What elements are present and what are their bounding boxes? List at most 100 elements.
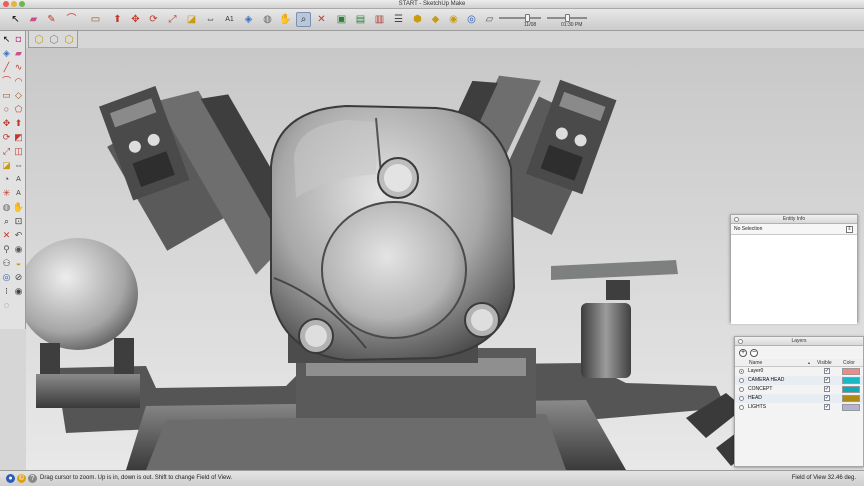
layer-name[interactable]: Layer0 <box>748 367 763 376</box>
palette-footprint-button[interactable]: ⁝ <box>1 286 12 297</box>
palette-walk-button[interactable]: ⚇ <box>1 258 12 269</box>
col-color[interactable]: Color <box>843 359 855 367</box>
rotate-tool-button[interactable]: ⟳ <box>146 12 161 27</box>
geo-location-icon[interactable]: ● <box>6 474 15 483</box>
field-of-view-measurement[interactable]: Field of View 32.46 deg. <box>792 474 856 483</box>
layer-name[interactable]: CAMERA HEAD <box>748 376 784 385</box>
palette-move-button[interactable]: ✥ <box>1 118 12 129</box>
visible-checkbox[interactable]: ✔ <box>824 377 830 383</box>
layer-row-concept[interactable]: CONCEPT ✔ <box>735 385 863 394</box>
palette-zoom-extents-button[interactable]: ✕ <box>1 230 12 241</box>
share-model-button[interactable]: ▤ <box>353 12 368 27</box>
palette-3dtext-button[interactable]: A <box>13 188 24 199</box>
styles-button[interactable]: ◆ <box>428 12 443 27</box>
pan-tool-button[interactable]: ✋ <box>278 12 293 27</box>
palette-dropper-button[interactable]: ⊘ <box>13 272 24 283</box>
arc-tool-button[interactable]: ⌒ <box>64 12 79 27</box>
text-tool-button[interactable]: A1 <box>222 12 237 27</box>
palette-followme-button[interactable]: ◩ <box>13 132 24 143</box>
entity-info-header[interactable]: Entity Info <box>731 215 857 224</box>
palette-scale-button[interactable]: ⤢ <box>1 146 12 157</box>
palette-line-button[interactable]: ╱ <box>1 62 12 73</box>
visible-checkbox[interactable]: ✔ <box>824 395 830 401</box>
layer-color-swatch[interactable] <box>842 377 860 384</box>
layer-row-layer0[interactable]: Layer0 ✔ <box>735 367 863 376</box>
visible-checkbox[interactable]: ✔ <box>824 386 830 392</box>
pencil-tool-button[interactable]: ✎ <box>44 12 59 27</box>
palette-section-button[interactable]: ◒ <box>13 258 24 269</box>
palette-orbit-button[interactable]: ◍ <box>1 202 12 213</box>
warehouse-button[interactable]: ▣ <box>334 12 349 27</box>
palette-zoom-button[interactable]: ⌕ <box>1 216 12 227</box>
date-slider-knob[interactable] <box>525 14 530 22</box>
visible-checkbox[interactable]: ✔ <box>824 368 830 374</box>
credits-icon[interactable]: © <box>17 474 26 483</box>
palette-eraser-button[interactable]: ▰ <box>13 48 24 59</box>
palette-dimension-button[interactable]: ⇔ <box>13 160 24 171</box>
palette-freehand-button[interactable]: ∿ <box>13 62 24 73</box>
layer-name[interactable]: LIGHTS <box>748 403 766 412</box>
time-slider-knob[interactable] <box>565 14 570 22</box>
palette-arc-button[interactable]: ⌒ <box>1 76 12 87</box>
add-layer-button[interactable]: + <box>739 349 747 357</box>
front-view-button[interactable]: ⬡ <box>62 32 76 46</box>
active-layer-radio[interactable] <box>739 405 744 410</box>
palette-rotated-rect-button[interactable]: ◇ <box>13 90 24 101</box>
palette-hide-button[interactable]: ◌ <box>1 300 12 311</box>
section-plane-button[interactable]: ◉ <box>446 12 461 27</box>
palette-zoom-window-button[interactable]: ⊡ <box>13 216 24 227</box>
delete-layer-button[interactable]: − <box>750 349 758 357</box>
layer-row-camera-head[interactable]: CAMERA HEAD ✔ <box>735 376 863 385</box>
zoom-extents-tool-button[interactable]: ✕ <box>314 12 329 27</box>
palette-previous-button[interactable]: ↶ <box>13 230 24 241</box>
iso-view-button[interactable]: ⬡ <box>32 32 46 46</box>
layer-color-swatch[interactable] <box>842 368 860 375</box>
zoom-tool-button[interactable]: ⌕ <box>296 12 311 27</box>
extension-warehouse-button[interactable]: ▥ <box>372 12 387 27</box>
col-name[interactable]: Name <box>749 359 762 367</box>
layer-manager-button[interactable]: ☰ <box>391 12 406 27</box>
palette-position-camera-button[interactable]: ⚲ <box>1 244 12 255</box>
tape-measure-tool-button[interactable]: ◪ <box>184 12 199 27</box>
palette-offset-button[interactable]: ◫ <box>13 146 24 157</box>
visible-checkbox[interactable]: ✔ <box>824 404 830 410</box>
palette-2pt-arc-button[interactable]: ◠ <box>13 76 24 87</box>
dimension-tool-button[interactable]: ⇔ <box>203 12 218 27</box>
shadows-toggle-button[interactable]: ◎ <box>464 12 479 27</box>
paint-bucket-tool-button[interactable]: ◈ <box>241 12 256 27</box>
layer-name[interactable]: CONCEPT <box>748 385 772 394</box>
scale-tool-button[interactable]: ⤢ <box>165 12 180 27</box>
layers-header[interactable]: Layers <box>735 337 863 346</box>
move-tool-button[interactable]: ✥ <box>128 12 143 27</box>
active-layer-radio[interactable] <box>739 378 744 383</box>
components-button[interactable]: ⬢ <box>410 12 425 27</box>
fog-toggle-button[interactable]: ▱ <box>482 12 497 27</box>
palette-protractor-button[interactable]: ◔ <box>1 174 12 185</box>
col-visible[interactable]: Visible <box>817 359 832 367</box>
palette-sandbox-button[interactable]: ◎ <box>1 272 12 283</box>
active-layer-radio[interactable] <box>739 369 744 374</box>
layer-row-head[interactable]: HEAD ✔ <box>735 394 863 403</box>
instructor-icon[interactable]: ? <box>28 474 37 483</box>
palette-axes-button[interactable]: ✳ <box>1 188 12 199</box>
palette-tape-button[interactable]: ◪ <box>1 160 12 171</box>
orbit-tool-button[interactable]: ◍ <box>260 12 275 27</box>
layer-color-swatch[interactable] <box>842 386 860 393</box>
rectangle-tool-button[interactable]: ▭ <box>88 12 103 27</box>
active-layer-radio[interactable] <box>739 387 744 392</box>
palette-text-button[interactable]: A <box>13 174 24 185</box>
push-pull-tool-button[interactable]: ⬆ <box>110 12 125 27</box>
palette-paint-button[interactable]: ◈ <box>1 48 12 59</box>
palette-rectangle-button[interactable]: ▭ <box>1 90 12 101</box>
palette-pushpull-button[interactable]: ⬆ <box>13 118 24 129</box>
select-tool-button[interactable]: ↖ <box>8 12 23 27</box>
palette-polygon-button[interactable]: ⬠ <box>13 104 24 115</box>
palette-component-button[interactable]: ◘ <box>13 34 24 45</box>
palette-select-button[interactable]: ↖ <box>1 34 12 45</box>
palette-eye-button[interactable]: ◉ <box>13 286 24 297</box>
layer-row-lights[interactable]: LIGHTS ✔ <box>735 403 863 412</box>
palette-lookaround-button[interactable]: ◉ <box>13 244 24 255</box>
palette-rotate-button[interactable]: ⟳ <box>1 132 12 143</box>
palette-pan-button[interactable]: ✋ <box>13 202 24 213</box>
palette-circle-button[interactable]: ○ <box>1 104 12 115</box>
